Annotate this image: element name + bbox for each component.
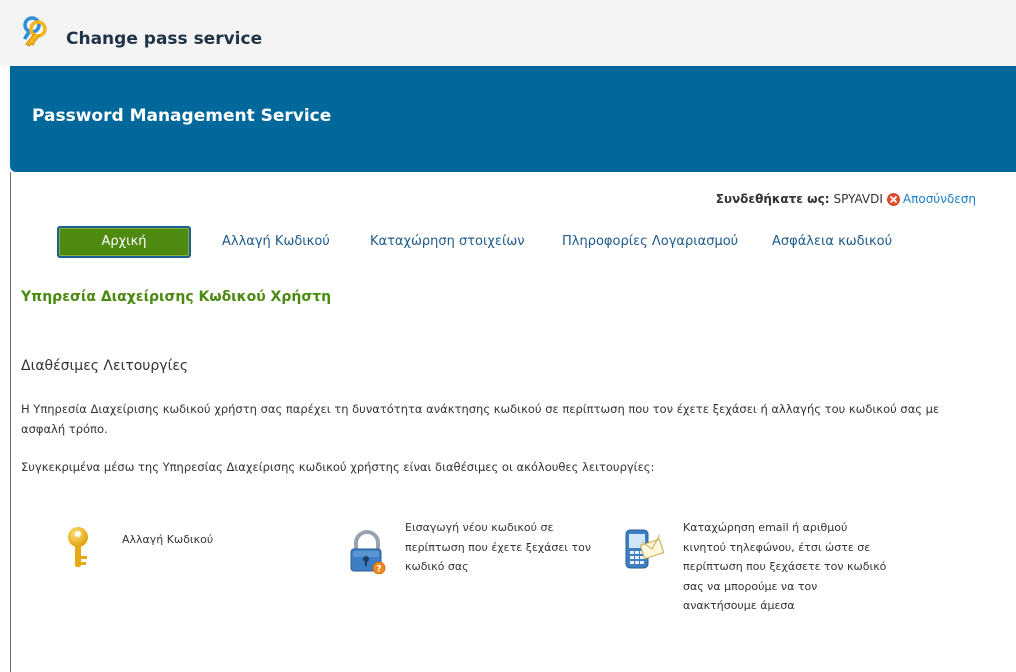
nav-tab-home[interactable]: Αρχική [57, 226, 191, 258]
header-banner: Password Management Service [10, 66, 1016, 172]
top-bar: Change pass service [0, 0, 1016, 66]
nav-tab-register-details[interactable]: Καταχώρηση στοιχείων [370, 226, 525, 258]
username: SPYAVDI [833, 192, 883, 206]
padlock-icon: ? [347, 530, 387, 578]
nav-tab-password-security[interactable]: Ασφάλεια κωδικού [772, 226, 892, 258]
svg-text:?: ? [376, 565, 381, 575]
page-title: Υπηρεσία Διαχείρισης Κωδικού Χρήστη [21, 289, 332, 305]
main-content: Συνδεθήκατε ως: SPYAVDI Αποσύνδεση Αρχικ… [10, 172, 1016, 672]
session-bar: Συνδεθήκατε ως: SPYAVDI Αποσύνδεση [716, 192, 976, 206]
banner-title: Password Management Service [32, 106, 332, 126]
nav-tab-account-info[interactable]: Πληροφορίες Λογαριασμού [562, 226, 738, 258]
feature-text: Καταχώρηση email ή αριθμού κινητού τηλεφ… [683, 521, 887, 612]
features-intro: Συγκεκριμένα μέσω της Υπηρεσίας Διαχείρι… [21, 460, 655, 474]
intro-paragraph: Η Υπηρεσία Διαχείρισης κωδικού χρήστη σα… [21, 402, 940, 436]
nav-tab-change-password[interactable]: Αλλαγή Κωδικού [222, 226, 330, 258]
phone-email-icon [622, 528, 666, 576]
feature-text: Αλλαγή Κωδικού [122, 533, 214, 546]
app-title: Change pass service [66, 29, 263, 49]
logout-link[interactable]: Αποσύνδεση [903, 192, 976, 206]
logout-icon[interactable] [887, 192, 900, 206]
logged-in-label: Συνδεθήκατε ως: [715, 192, 830, 206]
key-logo-icon [18, 14, 54, 50]
golden-key-icon [62, 526, 94, 574]
section-title: Διαθέσιμες Λειτουργίες [21, 358, 189, 374]
feature-text: Εισαγωγή νέου κωδικού σε περίπτωση που έ… [405, 521, 592, 573]
